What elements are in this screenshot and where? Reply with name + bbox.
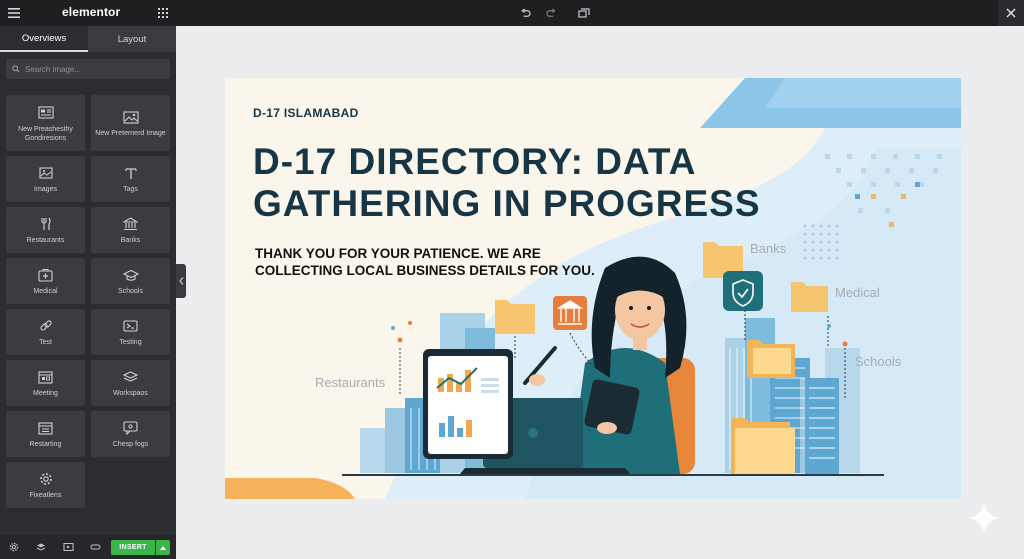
widget-label: Test — [39, 339, 52, 346]
widget-label: Schools — [118, 288, 143, 295]
widget-grid: New Preashesthy Gondiresions New Pretern… — [6, 95, 172, 508]
widget-label: Workspaos — [113, 390, 148, 397]
search-box — [6, 59, 170, 79]
widget-label: Fixeatlens — [29, 492, 62, 499]
category-label-schools: Schools — [855, 354, 902, 369]
settings-gear-icon[interactable] — [7, 540, 21, 554]
widget-restaurants[interactable]: Restaurants — [6, 207, 85, 253]
widget-label: Tags — [123, 186, 138, 193]
widget-workspaos[interactable]: Workspaos — [91, 360, 170, 406]
panel-tabs: Overviews Layout — [0, 26, 176, 52]
search-input[interactable] — [25, 64, 160, 74]
widget-label: Testing — [119, 339, 142, 346]
widget-fixeatlens[interactable]: Fixeatlens — [6, 462, 85, 508]
widget-testing[interactable]: Testing — [91, 309, 170, 355]
widget-label: New Preternerd Image — [95, 130, 166, 137]
tab-overviews[interactable]: Overviews — [0, 26, 88, 52]
graduation-cap-icon — [122, 266, 139, 284]
category-label-banks: Banks — [750, 241, 787, 256]
images-icon — [38, 164, 53, 182]
widget-banks[interactable]: Banks — [91, 207, 170, 253]
category-label-medical: Medical — [835, 285, 880, 300]
calendar-grid-icon — [38, 419, 53, 437]
insert-button[interactable]: INSERT — [111, 540, 155, 555]
widget-label: Restaurants — [26, 237, 65, 244]
app-window: elementor Overviews Layout Search image.… — [0, 0, 1024, 559]
sidebar-panel: Overviews Layout New Preashesthy Gondire… — [0, 26, 176, 559]
widget-tags[interactable]: Tags — [91, 156, 170, 202]
editor-canvas: D-17 ISLAMABAD D-17 DIRECTORY: DATA GATH… — [186, 26, 1024, 559]
widget-label: Chesp fogs — [112, 441, 149, 448]
banner-title: D-17 DIRECTORY: DATA GATHERING IN PROGRE… — [253, 141, 761, 224]
brand-logo: elementor — [62, 5, 121, 19]
history-icon[interactable] — [61, 540, 75, 554]
close-icon[interactable] — [998, 0, 1024, 26]
layers-icon — [123, 368, 138, 386]
collapse-panel-chevron-icon[interactable] — [176, 264, 186, 298]
widget-test[interactable]: Test — [6, 309, 85, 355]
widget-medical[interactable]: Medical — [6, 258, 85, 304]
widget-label: Restarting — [29, 441, 62, 448]
hamburger-menu-icon[interactable] — [4, 0, 24, 26]
widget-images[interactable]: Images — [6, 156, 85, 202]
widget-label: Images — [34, 186, 57, 193]
search-icon — [12, 60, 20, 78]
layers-icon[interactable] — [34, 540, 48, 554]
gear-icon — [39, 470, 53, 488]
widget-label: New Preashesthy Gondiresions — [18, 125, 73, 142]
directory-banner[interactable]: D-17 ISLAMABAD D-17 DIRECTORY: DATA GATH… — [225, 78, 961, 499]
banner-location: D-17 ISLAMABAD — [253, 106, 359, 120]
responsive-mode-icon[interactable] — [574, 0, 594, 26]
preview-eye-icon[interactable] — [88, 540, 102, 554]
image-icon — [122, 108, 139, 126]
widget-label: Medical — [33, 288, 58, 295]
undo-icon[interactable] — [516, 0, 534, 26]
tag-icon — [123, 317, 138, 335]
text-icon — [124, 164, 137, 182]
link-icon — [39, 317, 53, 335]
top-bar: elementor — [0, 0, 1024, 26]
widget-restarting[interactable]: Restarting — [6, 411, 85, 457]
fork-knife-icon — [39, 215, 53, 233]
widget-chesp-fogs[interactable]: Chesp fogs — [91, 411, 170, 457]
sparkle-icon — [966, 500, 1002, 536]
bank-icon — [123, 215, 138, 233]
sidebar-footer: INSERT — [0, 533, 176, 559]
tab-layout[interactable]: Layout — [88, 26, 176, 52]
widgets-grid-icon[interactable] — [154, 0, 172, 26]
widget-meeting[interactable]: Meeting — [6, 360, 85, 406]
chevron-up-icon[interactable] — [156, 540, 170, 555]
redo-icon[interactable] — [542, 0, 560, 26]
widget-label: Banks — [120, 237, 141, 244]
widget-label: Meeting — [33, 390, 58, 397]
category-label-restaurants: Restaurants — [315, 375, 386, 390]
medical-icon — [38, 266, 53, 284]
widget-schools[interactable]: Schools — [91, 258, 170, 304]
banner-subtitle: THANK YOU FOR YOUR PATIENCE. WE ARE COLL… — [255, 246, 595, 278]
layout-icon — [37, 104, 54, 122]
calendar-icon — [38, 368, 53, 386]
widget-new-preternerd-image[interactable]: New Preternerd Image — [91, 95, 170, 151]
widget-new-preashesthy-gondiresions[interactable]: New Preashesthy Gondiresions — [6, 95, 85, 151]
chat-icon — [123, 419, 138, 437]
